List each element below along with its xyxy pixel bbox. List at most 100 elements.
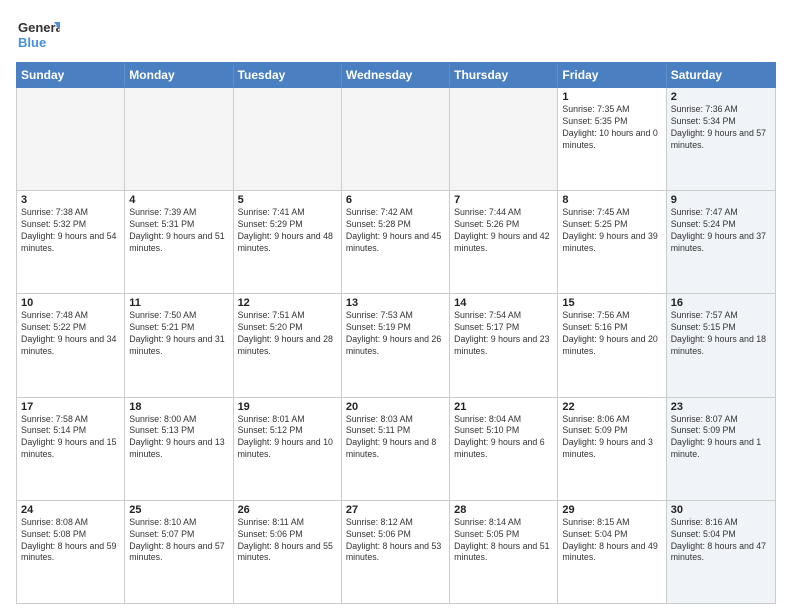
calendar-cell (17, 88, 125, 190)
day-info: Sunrise: 7:38 AMSunset: 5:32 PMDaylight:… (21, 207, 120, 255)
day-info: Sunrise: 7:36 AMSunset: 5:34 PMDaylight:… (671, 104, 771, 152)
day-info: Sunrise: 7:56 AMSunset: 5:16 PMDaylight:… (562, 310, 661, 358)
day-info: Sunrise: 7:39 AMSunset: 5:31 PMDaylight:… (129, 207, 228, 255)
weekday-header: Thursday (450, 63, 558, 87)
calendar-cell: 22 Sunrise: 8:06 AMSunset: 5:09 PMDaylig… (558, 398, 666, 500)
day-info: Sunrise: 7:35 AMSunset: 5:35 PMDaylight:… (562, 104, 661, 152)
day-number: 28 (454, 504, 553, 516)
svg-text:General: General (18, 20, 60, 35)
weekday-header: Wednesday (342, 63, 450, 87)
day-number: 26 (238, 504, 337, 516)
calendar-cell: 11 Sunrise: 7:50 AMSunset: 5:21 PMDaylig… (125, 294, 233, 396)
calendar-cell: 8 Sunrise: 7:45 AMSunset: 5:25 PMDayligh… (558, 191, 666, 293)
calendar-cell: 24 Sunrise: 8:08 AMSunset: 5:08 PMDaylig… (17, 501, 125, 603)
calendar-cell: 29 Sunrise: 8:15 AMSunset: 5:04 PMDaylig… (558, 501, 666, 603)
calendar-row: 3 Sunrise: 7:38 AMSunset: 5:32 PMDayligh… (17, 191, 775, 294)
calendar-header: SundayMondayTuesdayWednesdayThursdayFrid… (16, 62, 776, 88)
calendar-row: 17 Sunrise: 7:58 AMSunset: 5:14 PMDaylig… (17, 398, 775, 501)
weekday-header: Sunday (17, 63, 125, 87)
day-number: 13 (346, 297, 445, 309)
calendar-cell: 6 Sunrise: 7:42 AMSunset: 5:28 PMDayligh… (342, 191, 450, 293)
day-number: 20 (346, 401, 445, 413)
day-number: 24 (21, 504, 120, 516)
calendar-cell (234, 88, 342, 190)
calendar-cell (342, 88, 450, 190)
day-info: Sunrise: 7:51 AMSunset: 5:20 PMDaylight:… (238, 310, 337, 358)
calendar-cell: 21 Sunrise: 8:04 AMSunset: 5:10 PMDaylig… (450, 398, 558, 500)
day-number: 6 (346, 194, 445, 206)
calendar-cell: 1 Sunrise: 7:35 AMSunset: 5:35 PMDayligh… (558, 88, 666, 190)
calendar-body: 1 Sunrise: 7:35 AMSunset: 5:35 PMDayligh… (16, 88, 776, 604)
day-number: 16 (671, 297, 771, 309)
day-info: Sunrise: 7:42 AMSunset: 5:28 PMDaylight:… (346, 207, 445, 255)
day-number: 8 (562, 194, 661, 206)
day-info: Sunrise: 7:54 AMSunset: 5:17 PMDaylight:… (454, 310, 553, 358)
day-number: 11 (129, 297, 228, 309)
calendar-cell: 2 Sunrise: 7:36 AMSunset: 5:34 PMDayligh… (667, 88, 775, 190)
day-info: Sunrise: 7:47 AMSunset: 5:24 PMDaylight:… (671, 207, 771, 255)
calendar-cell: 14 Sunrise: 7:54 AMSunset: 5:17 PMDaylig… (450, 294, 558, 396)
day-number: 18 (129, 401, 228, 413)
day-info: Sunrise: 7:45 AMSunset: 5:25 PMDaylight:… (562, 207, 661, 255)
day-number: 22 (562, 401, 661, 413)
calendar-cell: 20 Sunrise: 8:03 AMSunset: 5:11 PMDaylig… (342, 398, 450, 500)
day-info: Sunrise: 8:01 AMSunset: 5:12 PMDaylight:… (238, 414, 337, 462)
calendar-cell: 23 Sunrise: 8:07 AMSunset: 5:09 PMDaylig… (667, 398, 775, 500)
day-number: 30 (671, 504, 771, 516)
weekday-header: Friday (558, 63, 666, 87)
header: General Blue (16, 12, 776, 56)
day-info: Sunrise: 8:08 AMSunset: 5:08 PMDaylight:… (21, 517, 120, 565)
day-info: Sunrise: 8:07 AMSunset: 5:09 PMDaylight:… (671, 414, 771, 462)
calendar-cell: 18 Sunrise: 8:00 AMSunset: 5:13 PMDaylig… (125, 398, 233, 500)
day-number: 23 (671, 401, 771, 413)
day-info: Sunrise: 8:04 AMSunset: 5:10 PMDaylight:… (454, 414, 553, 462)
day-number: 25 (129, 504, 228, 516)
calendar-cell: 5 Sunrise: 7:41 AMSunset: 5:29 PMDayligh… (234, 191, 342, 293)
day-info: Sunrise: 7:57 AMSunset: 5:15 PMDaylight:… (671, 310, 771, 358)
calendar-cell (125, 88, 233, 190)
logo: General Blue (16, 12, 60, 56)
day-number: 3 (21, 194, 120, 206)
day-info: Sunrise: 7:41 AMSunset: 5:29 PMDaylight:… (238, 207, 337, 255)
day-number: 17 (21, 401, 120, 413)
weekday-header: Saturday (667, 63, 775, 87)
logo-svg: General Blue (16, 12, 60, 56)
day-number: 21 (454, 401, 553, 413)
page: General Blue SundayMondayTuesdayWednesda… (0, 0, 792, 612)
day-info: Sunrise: 7:50 AMSunset: 5:21 PMDaylight:… (129, 310, 228, 358)
calendar-cell: 19 Sunrise: 8:01 AMSunset: 5:12 PMDaylig… (234, 398, 342, 500)
calendar-row: 10 Sunrise: 7:48 AMSunset: 5:22 PMDaylig… (17, 294, 775, 397)
day-number: 4 (129, 194, 228, 206)
svg-text:Blue: Blue (18, 35, 46, 50)
day-info: Sunrise: 8:03 AMSunset: 5:11 PMDaylight:… (346, 414, 445, 462)
day-info: Sunrise: 7:58 AMSunset: 5:14 PMDaylight:… (21, 414, 120, 462)
calendar-cell: 10 Sunrise: 7:48 AMSunset: 5:22 PMDaylig… (17, 294, 125, 396)
day-number: 9 (671, 194, 771, 206)
calendar-cell: 15 Sunrise: 7:56 AMSunset: 5:16 PMDaylig… (558, 294, 666, 396)
day-number: 15 (562, 297, 661, 309)
day-info: Sunrise: 8:12 AMSunset: 5:06 PMDaylight:… (346, 517, 445, 565)
calendar-cell: 30 Sunrise: 8:16 AMSunset: 5:04 PMDaylig… (667, 501, 775, 603)
calendar-cell: 3 Sunrise: 7:38 AMSunset: 5:32 PMDayligh… (17, 191, 125, 293)
day-info: Sunrise: 7:53 AMSunset: 5:19 PMDaylight:… (346, 310, 445, 358)
calendar-cell: 12 Sunrise: 7:51 AMSunset: 5:20 PMDaylig… (234, 294, 342, 396)
day-number: 2 (671, 91, 771, 103)
day-info: Sunrise: 8:11 AMSunset: 5:06 PMDaylight:… (238, 517, 337, 565)
calendar-cell: 9 Sunrise: 7:47 AMSunset: 5:24 PMDayligh… (667, 191, 775, 293)
calendar-cell: 13 Sunrise: 7:53 AMSunset: 5:19 PMDaylig… (342, 294, 450, 396)
weekday-header: Tuesday (234, 63, 342, 87)
day-number: 14 (454, 297, 553, 309)
calendar: SundayMondayTuesdayWednesdayThursdayFrid… (16, 62, 776, 604)
day-number: 10 (21, 297, 120, 309)
calendar-cell (450, 88, 558, 190)
day-info: Sunrise: 8:00 AMSunset: 5:13 PMDaylight:… (129, 414, 228, 462)
calendar-cell: 17 Sunrise: 7:58 AMSunset: 5:14 PMDaylig… (17, 398, 125, 500)
day-number: 7 (454, 194, 553, 206)
day-info: Sunrise: 7:48 AMSunset: 5:22 PMDaylight:… (21, 310, 120, 358)
day-info: Sunrise: 8:16 AMSunset: 5:04 PMDaylight:… (671, 517, 771, 565)
day-info: Sunrise: 7:44 AMSunset: 5:26 PMDaylight:… (454, 207, 553, 255)
calendar-cell: 16 Sunrise: 7:57 AMSunset: 5:15 PMDaylig… (667, 294, 775, 396)
weekday-header: Monday (125, 63, 233, 87)
day-number: 27 (346, 504, 445, 516)
calendar-cell: 27 Sunrise: 8:12 AMSunset: 5:06 PMDaylig… (342, 501, 450, 603)
